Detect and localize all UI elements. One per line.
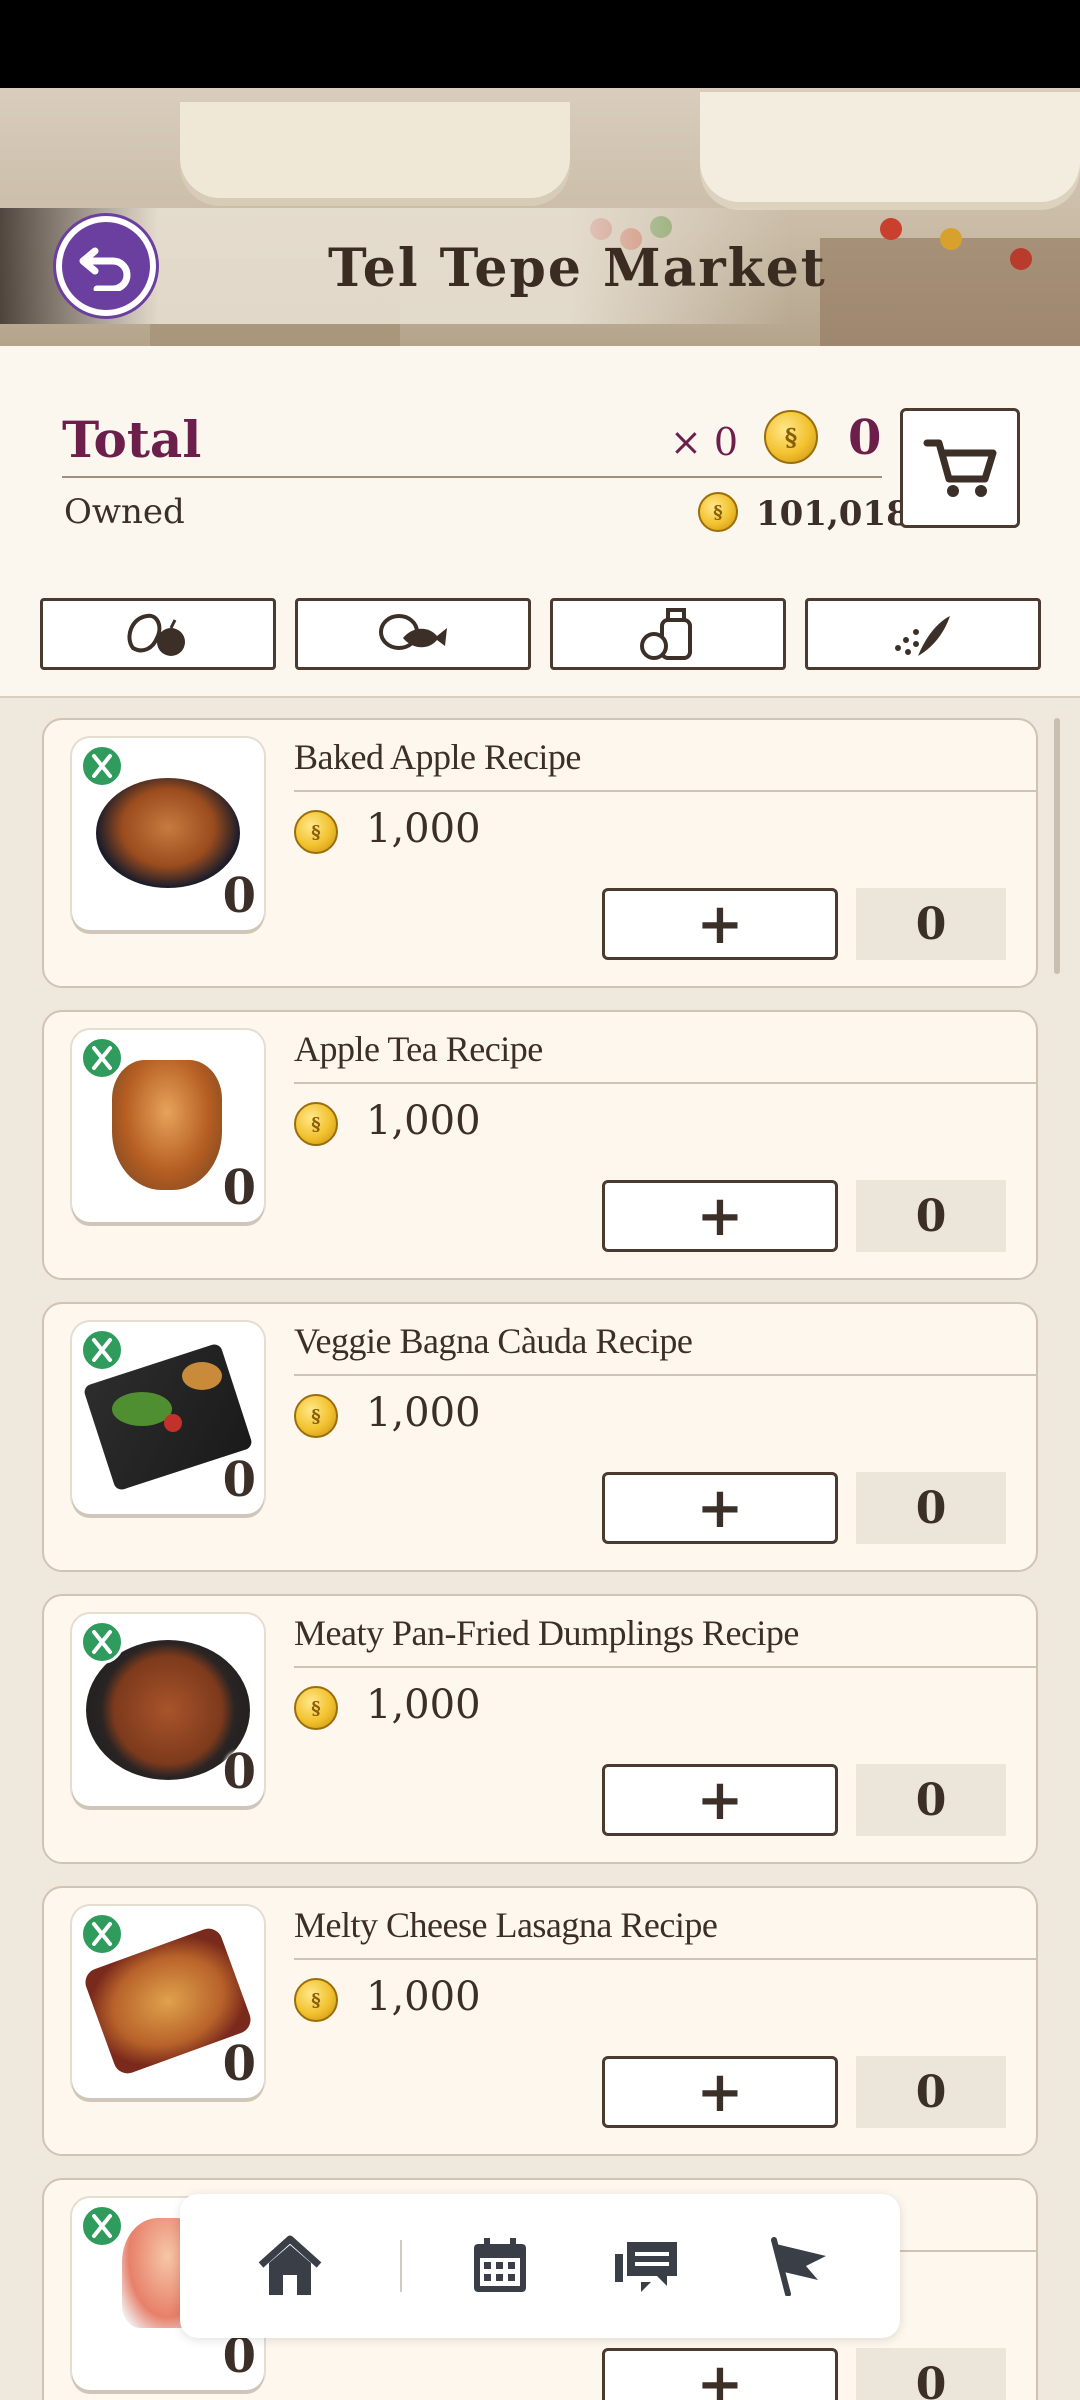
tab-meat-fish[interactable] (295, 598, 531, 670)
owned-count: 0 (222, 1744, 256, 1800)
divider (294, 1666, 1038, 1668)
item-price: 1,000 (366, 1682, 481, 1728)
chat-icon (615, 2242, 677, 2292)
meat-fish-icon (379, 614, 447, 650)
total-amount: 0 (848, 410, 882, 466)
quantity-display: 0 (856, 2348, 1006, 2400)
owned-label: Owned (64, 492, 185, 532)
quantity-display: 0 (856, 1180, 1006, 1252)
add-quantity-button[interactable]: + (602, 1472, 838, 1544)
scrollbar[interactable] (1054, 718, 1060, 974)
add-quantity-button[interactable]: + (602, 2056, 838, 2128)
nav-home-button[interactable] (252, 2228, 328, 2304)
add-quantity-button[interactable]: + (602, 2348, 838, 2400)
list-item: 0 Veggie Bagna Càuda Recipe 1,000 + 0 (42, 1302, 1038, 1572)
owned-count: 0 (222, 2036, 256, 2092)
divider (294, 790, 1038, 792)
dip-decoration (182, 1362, 222, 1390)
item-price: 1,000 (366, 1098, 481, 1144)
produce-decoration (880, 218, 902, 240)
apple-tea-image (112, 1060, 222, 1190)
divider (294, 1958, 1038, 1960)
divider (294, 1374, 1038, 1376)
item-name: Apple Tea Recipe (294, 1029, 543, 1069)
status-bar (0, 0, 1080, 88)
tab-condiments[interactable] (550, 598, 786, 670)
coin-icon (294, 1394, 338, 1438)
item-price: 1,000 (366, 806, 481, 852)
item-name: Veggie Bagna Càuda Recipe (294, 1321, 693, 1361)
item-price: 1,000 (366, 1390, 481, 1436)
tab-spices[interactable] (805, 598, 1041, 670)
quantity-display: 0 (856, 1764, 1006, 1836)
list-item: 0 Apple Tea Recipe 1,000 + 0 (42, 1010, 1038, 1280)
spice-pepper-icon (895, 616, 950, 656)
recipe-badge-icon (80, 1328, 124, 1372)
calendar-icon (474, 2238, 526, 2292)
produce-decoration (940, 228, 962, 250)
owned-amount: 101,018 (756, 494, 910, 534)
add-quantity-button[interactable]: + (602, 1764, 838, 1836)
tab-produce[interactable] (40, 598, 276, 670)
coin-icon (294, 1102, 338, 1146)
item-name: Meaty Pan-Fried Dumplings Recipe (294, 1613, 799, 1653)
coin-icon (294, 1978, 338, 2022)
vegetable-fruit-icon (127, 613, 185, 656)
coin-icon (294, 1686, 338, 1730)
nav-flag-button[interactable] (760, 2228, 836, 2304)
flag-icon (771, 2237, 826, 2296)
condiment-bottle-icon (640, 608, 692, 660)
tomato-decoration (164, 1414, 182, 1432)
awning-decoration (700, 92, 1080, 202)
recipe-badge-icon (80, 2204, 124, 2248)
divider (400, 2240, 402, 2292)
list-item: 0 Melty Cheese Lasagna Recipe 1,000 + 0 (42, 1886, 1038, 2156)
quantity-display: 0 (856, 888, 1006, 960)
awning-decoration (180, 102, 570, 198)
recipe-badge-icon (80, 1620, 124, 1664)
list-item: 0 Meaty Pan-Fried Dumplings Recipe 1,000… (42, 1594, 1038, 1864)
bottom-nav (180, 2194, 900, 2338)
item-price: 1,000 (366, 1974, 481, 2020)
owned-count: 0 (222, 1160, 256, 1216)
baked-apple-image (96, 778, 240, 888)
recipe-badge-icon (80, 1912, 124, 1956)
owned-count: 0 (222, 1452, 256, 1508)
home-icon (258, 2235, 322, 2295)
add-quantity-button[interactable]: + (602, 1180, 838, 1252)
coin-icon (764, 410, 818, 464)
nav-calendar-button[interactable] (462, 2228, 538, 2304)
back-button[interactable] (56, 216, 156, 316)
stall-decoration (820, 238, 1080, 346)
produce-decoration (1010, 248, 1032, 270)
list-item: 0 Baked Apple Recipe 1,000 + 0 (42, 718, 1038, 988)
page-title: Tel Tepe Market (328, 238, 827, 299)
quantity-display: 0 (856, 1472, 1006, 1544)
recipe-badge-icon (80, 1036, 124, 1080)
owned-count: 0 (222, 868, 256, 924)
vegetable-decoration (112, 1392, 172, 1426)
item-name: Melty Cheese Lasagna Recipe (294, 1905, 718, 1945)
coin-icon (698, 492, 738, 532)
item-name: Baked Apple Recipe (294, 737, 581, 777)
recipe-badge-icon (80, 744, 124, 788)
add-quantity-button[interactable]: + (602, 888, 838, 960)
quantity-display: 0 (856, 2056, 1006, 2128)
nav-chat-button[interactable] (608, 2228, 684, 2304)
divider (62, 476, 882, 478)
total-label: Total (62, 410, 202, 469)
cart-button[interactable] (900, 408, 1020, 528)
cart-icon (923, 439, 997, 497)
divider (294, 1082, 1038, 1084)
total-quantity: × 0 (670, 420, 739, 464)
back-arrow-icon (79, 247, 131, 291)
coin-icon (294, 810, 338, 854)
